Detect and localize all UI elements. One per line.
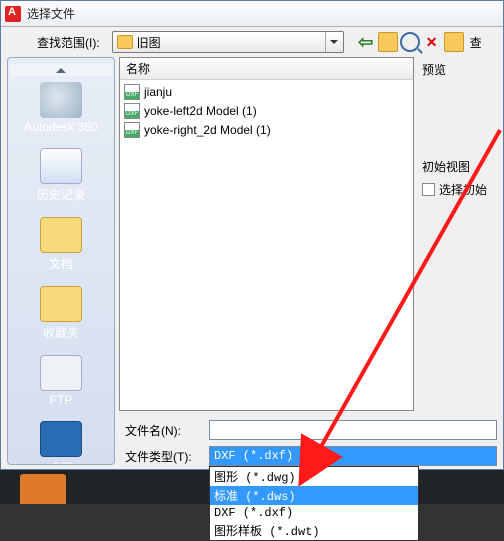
sidebar-item-desktop[interactable]: 桌面 [8, 417, 114, 465]
lookin-combo[interactable]: 旧图 [112, 31, 344, 53]
filetype-selected: DXF (*.dxf) [209, 446, 497, 466]
sidebar-item-label: 文档 [8, 255, 114, 272]
filetype-combo[interactable]: DXF (*.dxf) 图形 (*.dwg) 标准 (*.dws) DXF (*… [209, 446, 497, 466]
filetype-option[interactable]: 图形样板 (*.dwt) [210, 521, 418, 540]
x-icon: ✕ [422, 32, 442, 52]
sidebar-item-ftp[interactable]: FTP [8, 351, 114, 415]
delete-button[interactable]: ✕ [422, 32, 442, 52]
column-header-name[interactable]: 名称 [120, 58, 413, 80]
sidebar-item-label: 收藏夹 [8, 324, 114, 341]
file-row[interactable]: jianju [120, 82, 413, 101]
cloud-icon [40, 82, 82, 118]
folder-icon [40, 217, 82, 253]
search-icon [400, 32, 420, 52]
preview-pane: 预览 初始视图 选择初始 [416, 57, 503, 415]
arrow-left-icon: ⇦ [356, 32, 376, 52]
checkbox-icon [422, 183, 435, 196]
sidebar-item-history[interactable]: 历史记录 [8, 144, 114, 211]
sidebar-item-label: FTP [8, 393, 114, 407]
lookin-label: 查找范围(I): [37, 34, 100, 51]
toolbar: 查找范围(I): 旧图 ⇦ ✕ 查 [1, 27, 503, 57]
file-name: yoke-right_2d Model (1) [144, 123, 271, 137]
sidebar-scroll-up[interactable] [10, 64, 112, 76]
file-name: jianju [144, 85, 172, 99]
back-button[interactable]: ⇦ [356, 32, 376, 52]
file-listview[interactable]: 名称 jianju yoke-left2d Model (1) yoke- [119, 57, 414, 411]
sidebar-item-label: 历史记录 [8, 186, 114, 203]
folder-icon [117, 35, 133, 49]
preview-label: 预览 [422, 61, 503, 78]
folder-up-icon [378, 32, 398, 52]
select-initial-view-checkbox[interactable]: 选择初始 [422, 181, 503, 198]
up-folder-button[interactable] [378, 32, 398, 52]
dxf-icon [124, 103, 140, 119]
filename-input[interactable] [209, 420, 497, 440]
file-row[interactable]: yoke-right_2d Model (1) [120, 120, 413, 139]
app-logo-icon [5, 6, 21, 22]
file-row[interactable]: yoke-left2d Model (1) [120, 101, 413, 120]
search-button[interactable] [400, 32, 420, 52]
toolbar-icons: ⇦ ✕ 查 [356, 32, 486, 52]
dxf-icon [124, 122, 140, 138]
file-select-dialog: 选择文件 查找范围(I): 旧图 ⇦ ✕ 查 Autodesk 360 [0, 0, 504, 470]
chevron-down-icon[interactable] [325, 32, 343, 52]
new-folder-button[interactable] [444, 32, 464, 52]
sidebar-item-autodesk360[interactable]: Autodesk 360 [8, 78, 114, 142]
window-title: 选择文件 [27, 5, 75, 22]
checkbox-label: 选择初始 [439, 181, 487, 198]
file-name: yoke-left2d Model (1) [144, 104, 257, 118]
tool-search-text[interactable]: 查 [466, 32, 486, 52]
orange-tab-icon [20, 474, 66, 504]
filetype-label: 文件类型(T): [125, 448, 203, 465]
filetype-option[interactable]: 标准 (*.dws) [210, 486, 418, 505]
folder-icon [444, 32, 464, 52]
sidebar-item-label: 桌面 [8, 459, 114, 465]
dxf-icon [124, 84, 140, 100]
sidebar-item-documents[interactable]: 文档 [8, 213, 114, 280]
sidebar-item-favorites[interactable]: 收藏夹 [8, 282, 114, 349]
history-icon [40, 148, 82, 184]
initial-view-label: 初始视图 [422, 158, 503, 175]
desktop-icon [40, 421, 82, 457]
filetype-option[interactable]: DXF (*.dxf) [210, 505, 418, 521]
sidebar-item-label: Autodesk 360 [8, 120, 114, 134]
filename-label: 文件名(N): [125, 422, 203, 439]
star-icon [40, 286, 82, 322]
titlebar[interactable]: 选择文件 [1, 1, 503, 27]
filetype-option[interactable]: 图形 (*.dwg) [210, 467, 418, 486]
places-sidebar: Autodesk 360 历史记录 文档 收藏夹 FTP 桌面 [7, 57, 115, 465]
ftp-icon [40, 355, 82, 391]
lookin-value: 旧图 [137, 34, 161, 51]
